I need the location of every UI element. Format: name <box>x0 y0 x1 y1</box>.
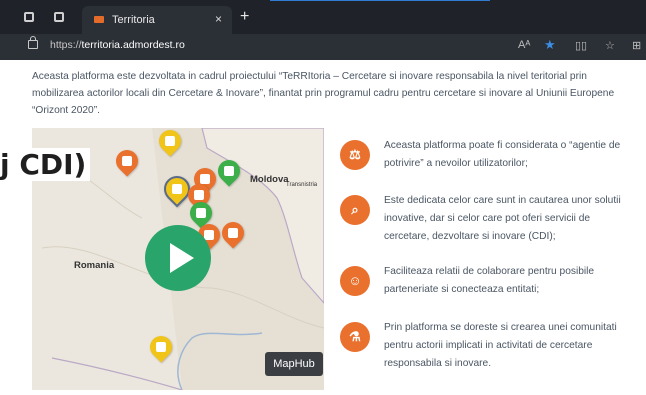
map-label-transnistria: Transnistria <box>286 182 318 188</box>
tab-title: Territoria <box>112 14 155 26</box>
video-play-button[interactable] <box>145 225 211 291</box>
feature-text: Aceasta platforma poate fi considerata o… <box>384 140 621 169</box>
workspaces-icon[interactable] <box>24 12 34 22</box>
split-screen-icon[interactable]: ▯▯ <box>575 39 587 52</box>
collections-icon[interactable]: ⊞ <box>632 39 641 52</box>
microscope-icon: ⚗ <box>340 322 370 352</box>
maphub-button[interactable]: MapHub <box>265 352 323 376</box>
url-scheme: https:// <box>50 39 82 51</box>
browser-window: Territoria × + https://territoria.admord… <box>0 0 646 395</box>
scale-icon: ⚖ <box>340 140 370 170</box>
search-icon: ⌕ <box>340 195 370 225</box>
feature-text: Este dedicata celor care sunt in cautare… <box>384 195 621 242</box>
tab-bar: Territoria × + <box>0 0 646 34</box>
read-aloud-icon[interactable]: Aᴬ <box>518 39 530 51</box>
tab-close-icon[interactable]: × <box>215 12 222 26</box>
handshake-icon: ☺ <box>340 266 370 296</box>
browser-tab-territoria[interactable]: Territoria × <box>82 6 232 34</box>
intro-text: Aceasta platforma este dezvoltata in cad… <box>32 71 615 116</box>
url-field[interactable]: https://territoria.admordest.ro <box>50 39 185 51</box>
map-label-romania: Romania <box>74 260 115 271</box>
address-bar[interactable]: https://territoria.admordest.ro Aᴬ ★ ▯▯ … <box>0 34 646 60</box>
feature-text: Prin platforma se doreste si crearea une… <box>384 322 617 369</box>
map-label-moldova: Moldova <box>250 174 289 185</box>
favorite-star-icon[interactable]: ★ <box>544 37 556 53</box>
favicon-icon <box>94 16 104 23</box>
favorites-icon[interactable]: ☆ <box>605 39 615 52</box>
tab-actions-icon[interactable] <box>54 12 64 22</box>
lock-icon[interactable] <box>28 36 38 49</box>
new-tab-button[interactable]: + <box>240 9 249 25</box>
url-host: territoria.admordest.ro <box>81 39 185 51</box>
top-accent-line <box>270 0 490 1</box>
feature-text: Faciliteaza relatii de colaborare pentru… <box>384 266 595 295</box>
overlay-heading: j CDI) <box>0 148 91 181</box>
